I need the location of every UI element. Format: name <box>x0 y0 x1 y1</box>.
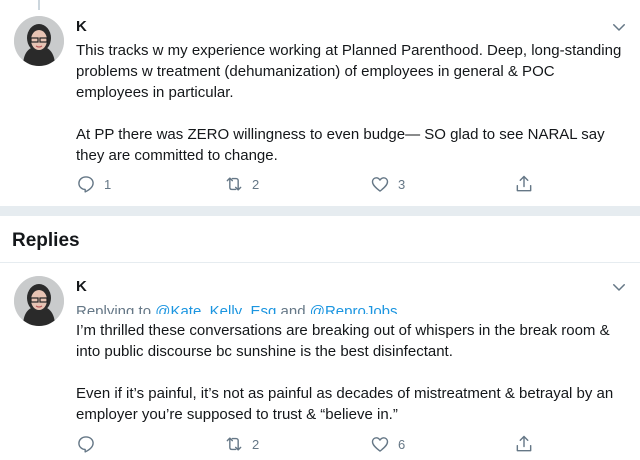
reply-icon <box>78 436 94 453</box>
retweet-button[interactable]: 2 <box>224 174 259 194</box>
replying-to-line: Replying to @Kate_Kelly_Esq and @ReproJo… <box>76 300 398 314</box>
replies-heading: Replies <box>12 230 80 251</box>
chevron-down-icon[interactable] <box>610 278 628 296</box>
main-tweet: K This tracks w my experience working at… <box>0 0 640 206</box>
section-gap <box>0 206 640 216</box>
chevron-down-icon[interactable] <box>610 18 628 36</box>
tweet-actions: 1 2 3 <box>76 174 616 196</box>
tweet-text: This tracks w my experience working at P… <box>76 42 622 164</box>
reply-avatar[interactable] <box>14 276 64 326</box>
share-icon <box>516 175 532 192</box>
retweet-count: 2 <box>252 436 260 452</box>
like-icon <box>371 437 389 452</box>
share-button[interactable] <box>514 434 534 454</box>
replying-user-link[interactable]: @ReproJobs <box>310 303 398 314</box>
reply-avatar-image <box>14 276 64 326</box>
like-count: 6 <box>398 436 406 452</box>
retweet-icon <box>226 437 242 451</box>
like-count: 3 <box>398 176 406 192</box>
retweet-count: 2 <box>252 176 260 192</box>
retweet-icon <box>226 177 242 191</box>
like-button[interactable]: 6 <box>370 434 405 454</box>
replying-prefix: Replying to <box>76 303 156 314</box>
like-button[interactable]: 3 <box>370 174 405 194</box>
author-name[interactable]: K <box>76 18 87 35</box>
reply-text: I’m thrilled these conversations are bre… <box>76 322 614 423</box>
like-icon <box>371 177 389 192</box>
reply-icon <box>78 176 94 193</box>
share-icon <box>516 435 532 452</box>
replying-user-link[interactable]: @Kate_Kelly_Esq <box>155 303 276 314</box>
avatar[interactable] <box>14 16 64 66</box>
share-button[interactable] <box>514 174 534 194</box>
replying-and: and <box>276 303 310 314</box>
retweet-button[interactable]: 2 <box>224 434 259 454</box>
reply-button[interactable] <box>76 434 104 454</box>
reply-actions: 2 6 <box>76 434 616 456</box>
reply-button[interactable]: 1 <box>76 174 111 194</box>
avatar-image <box>14 16 64 66</box>
reply-count: 1 <box>104 176 112 192</box>
reply-author-name[interactable]: K <box>76 278 87 295</box>
